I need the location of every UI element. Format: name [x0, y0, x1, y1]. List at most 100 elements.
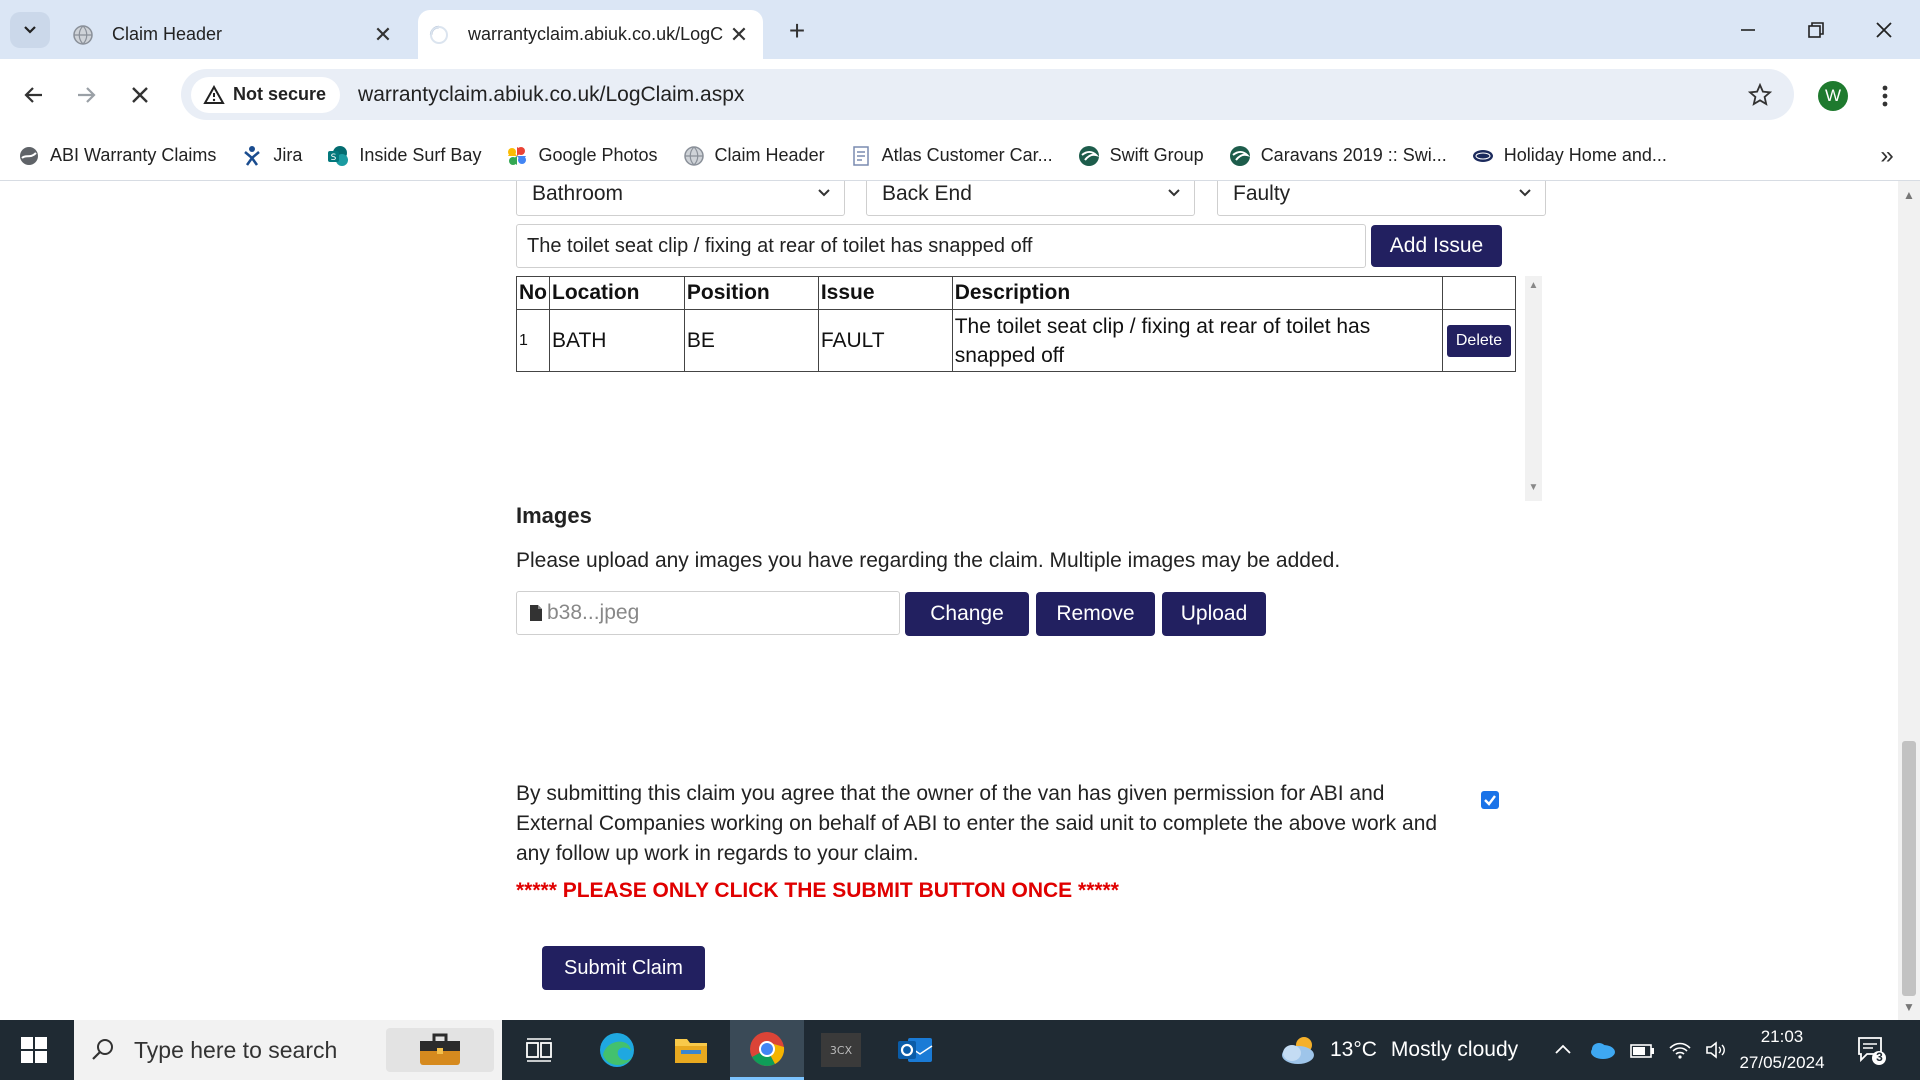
change-image-button[interactable]: Change	[905, 592, 1029, 636]
swift-logo-icon	[1078, 145, 1100, 167]
star-icon	[1748, 82, 1772, 106]
add-issue-button[interactable]: Add Issue	[1371, 225, 1502, 267]
start-button[interactable]	[14, 1035, 54, 1065]
wifi-icon[interactable]	[1668, 1040, 1692, 1060]
onedrive-cloud-icon[interactable]	[1588, 1040, 1616, 1060]
issue-select[interactable]: Faulty	[1217, 181, 1546, 216]
location-select[interactable]: Bathroom	[516, 181, 845, 216]
close-icon[interactable]: ✕	[725, 21, 753, 49]
remove-image-button[interactable]: Remove	[1036, 592, 1155, 636]
table-header-row: No Location Position Issue Description	[516, 276, 1517, 310]
file-explorer-app[interactable]	[654, 1020, 728, 1080]
forward-button[interactable]	[66, 75, 106, 115]
task-view-button[interactable]	[502, 1020, 576, 1080]
cell-no: 1	[516, 309, 550, 372]
taskbar-search-box[interactable]: Type here to search	[74, 1020, 502, 1080]
bookmark-abi-warranty-claims[interactable]: ABI Warranty Claims	[18, 145, 216, 167]
bookmark-inside-surf-bay[interactable]: S Inside Surf Bay	[327, 145, 481, 167]
scroll-down-arrow-icon[interactable]: ▼	[1528, 482, 1539, 493]
bookmark-google-photos[interactable]: Google Photos	[506, 145, 658, 167]
taskbar-clock[interactable]: 21:03 27/05/2024	[1730, 1024, 1834, 1076]
weather-widget[interactable]: 13°C Mostly cloudy	[1278, 1020, 1518, 1080]
stop-loading-button[interactable]	[120, 75, 160, 115]
issue-description-input[interactable]: The toilet seat clip / fixing at rear of…	[516, 224, 1366, 268]
bookmark-jira[interactable]: Jira	[241, 145, 302, 167]
cloudy-weather-icon	[1282, 1037, 1314, 1064]
submit-claim-button[interactable]: Submit Claim	[542, 946, 705, 990]
upload-image-button[interactable]: Upload	[1162, 592, 1266, 636]
selected-file-name: b38...jpeg	[547, 601, 640, 624]
minimize-button[interactable]	[1724, 10, 1772, 50]
cell-position: BE	[683, 309, 819, 372]
chrome-icon	[750, 1031, 785, 1066]
new-tab-button[interactable]: +	[780, 14, 814, 48]
bookmark-holiday-home[interactable]: Holiday Home and...	[1472, 145, 1667, 167]
globe-icon	[683, 145, 705, 167]
scrollbar-thumb[interactable]	[1902, 741, 1916, 996]
scroll-up-arrow-icon[interactable]: ▲	[1528, 280, 1539, 291]
delete-issue-button[interactable]: Delete	[1446, 324, 1511, 357]
bookmark-swift-group[interactable]: Swift Group	[1078, 145, 1204, 167]
cell-location: BATH	[549, 309, 685, 372]
bookmark-label: Jira	[273, 145, 303, 165]
url-text[interactable]: warrantyclaim.abiuk.co.uk/LogClaim.aspx	[358, 83, 1740, 107]
loading-spinner-icon	[428, 24, 450, 46]
bookmark-label: Atlas Customer Car...	[881, 145, 1053, 165]
column-header-actions	[1441, 276, 1517, 310]
taskbar-search-placeholder: Type here to search	[134, 1036, 338, 1063]
location-select-value: Bathroom	[532, 182, 624, 205]
chrome-app[interactable]	[730, 1020, 804, 1080]
bookmark-caravans-2019[interactable]: Caravans 2019 :: Swi...	[1229, 145, 1447, 167]
site-security-chip[interactable]: Not secure	[191, 76, 341, 113]
browser-toolbar: Not secure warrantyclaim.abiuk.co.uk/Log…	[0, 59, 1920, 131]
battery-icon[interactable]	[1628, 1040, 1656, 1060]
weather-description: Mostly cloudy	[1390, 1038, 1519, 1061]
tab-claim-header[interactable]: Claim Header ✕	[62, 10, 407, 59]
3cx-app[interactable]: 3CX	[804, 1020, 878, 1080]
cell-description: The toilet seat clip / fixing at rear of…	[951, 309, 1443, 372]
position-select[interactable]: Back End	[866, 181, 1195, 216]
images-heading: Images	[516, 503, 592, 528]
tab-search-button[interactable]	[10, 12, 50, 48]
sharepoint-icon: S	[327, 145, 349, 167]
scroll-up-arrow-icon[interactable]: ▲	[1903, 189, 1915, 201]
image-file-input[interactable]: b38...jpeg	[516, 591, 900, 635]
chevron-up-icon[interactable]	[1552, 1039, 1574, 1061]
column-header-location: Location	[549, 276, 685, 310]
chevron-double-right-icon[interactable]: »	[1874, 142, 1900, 169]
volume-icon[interactable]	[1704, 1040, 1728, 1060]
browser-menu-button[interactable]	[1870, 77, 1900, 115]
bookmark-star-button[interactable]	[1740, 75, 1780, 115]
page-scrollbar[interactable]: ▲ ▼	[1898, 181, 1920, 1020]
outlook-app[interactable]	[878, 1020, 952, 1080]
scroll-down-arrow-icon[interactable]: ▼	[1903, 1001, 1915, 1013]
close-window-button[interactable]	[1860, 10, 1908, 50]
issue-select-value: Faulty	[1233, 182, 1291, 205]
notification-center-button[interactable]: 3	[1855, 1034, 1887, 1066]
weather-temperature: 13°C	[1330, 1038, 1377, 1061]
tab-title: Claim Header	[112, 24, 223, 44]
windows-taskbar: Type here to search 3CX 13°C Mostly clou…	[0, 1020, 1920, 1080]
abi-logo-icon	[1472, 145, 1494, 167]
tab-log-claim[interactable]: warrantyclaim.abiuk.co.uk/LogC ✕	[418, 10, 763, 59]
consent-checkbox[interactable]	[1481, 791, 1499, 809]
close-icon	[132, 87, 148, 103]
close-icon	[1876, 22, 1892, 38]
notification-count: 3	[1876, 1050, 1883, 1064]
issues-scrollbar[interactable]: ▲ ▼	[1525, 276, 1542, 501]
back-button[interactable]	[14, 75, 54, 115]
issue-description-value: The toilet seat clip / fixing at rear of…	[527, 234, 1033, 257]
edge-app[interactable]	[580, 1020, 654, 1080]
address-bar[interactable]: Not secure warrantyclaim.abiuk.co.uk/Log…	[181, 69, 1794, 120]
column-header-position: Position	[683, 276, 819, 310]
close-icon[interactable]: ✕	[369, 21, 397, 49]
bookmark-claim-header[interactable]: Claim Header	[683, 145, 825, 167]
bookmark-atlas-customer-care[interactable]: Atlas Customer Car...	[850, 145, 1053, 167]
restore-button[interactable]	[1792, 10, 1840, 50]
search-icon	[92, 1039, 113, 1060]
column-header-no: No	[516, 276, 550, 310]
profile-avatar[interactable]: W	[1818, 81, 1848, 111]
warning-triangle-icon	[203, 84, 225, 104]
images-instructions: Please upload any images you have regard…	[516, 549, 1341, 572]
issues-table: No Location Position Issue Description 1…	[516, 276, 1517, 372]
